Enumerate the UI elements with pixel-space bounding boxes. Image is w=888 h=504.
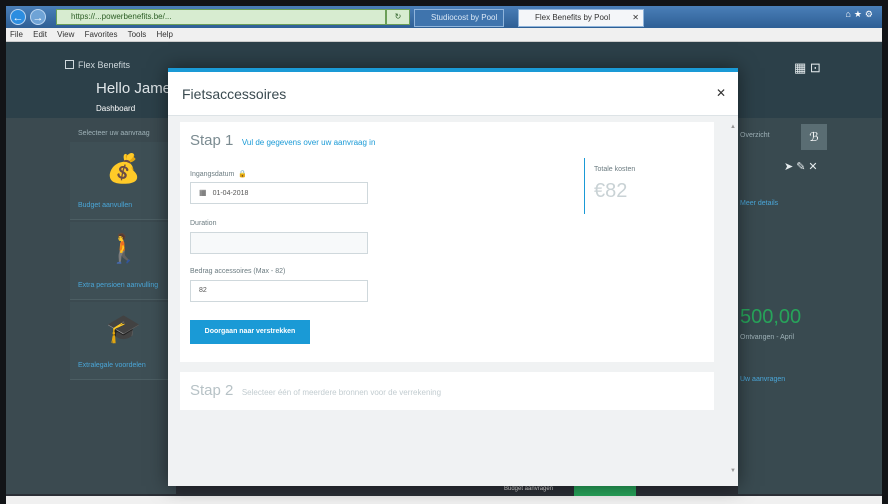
tab-label: Studiocost by Pool: [431, 13, 498, 22]
menu-help[interactable]: Help: [157, 30, 173, 39]
scroll-down-icon[interactable]: ▼: [730, 468, 736, 474]
walker-icon: 🚶: [106, 233, 141, 264]
actions-icon[interactable]: ➤✎✕: [784, 160, 821, 173]
card-label: Extra pensioen aanvulling: [78, 282, 159, 289]
close-icon[interactable]: ✕: [632, 10, 639, 26]
amount-label: Bedrag accessoires (Max - 82): [190, 268, 286, 275]
graduation-cap-icon: 🎓: [106, 313, 141, 344]
scroll-up-icon[interactable]: ▲: [730, 124, 736, 130]
menu-file[interactable]: File: [10, 30, 23, 39]
total-cost-label: Totale kosten: [594, 166, 636, 173]
card-budget[interactable]: 💰 Budget aanvullen: [70, 142, 168, 220]
app-brand: Flex Benefits: [78, 60, 131, 70]
continue-button[interactable]: Doorgaan naar verstrekken: [190, 320, 310, 344]
start-date-input[interactable]: ▦ 01-04-2018: [190, 182, 368, 204]
menu-view[interactable]: View: [57, 30, 74, 39]
card-pension[interactable]: 🚶 Extra pensioen aanvulling: [70, 222, 168, 300]
budget-note: Ontvangen - April: [740, 334, 795, 341]
tab-label: Flex Benefits by Pool: [535, 13, 611, 22]
total-cost-value: €82: [594, 180, 628, 202]
step2-heading: Stap 2 Selecteer één of meerdere bronnen…: [190, 382, 441, 400]
start-date-value: 01-04-2018: [212, 190, 249, 197]
step1-card: Stap 1 Vul de gegevens over uw aanvraag …: [180, 122, 714, 362]
card-label: Budget aanvullen: [78, 202, 133, 209]
total-divider: [584, 158, 585, 214]
menu-favorites[interactable]: Favorites: [85, 30, 118, 39]
browser-status-bar: [6, 496, 882, 504]
window-controls[interactable]: ⌂★⚙: [845, 9, 876, 20]
start-date-label-text: Ingangsdatum: [190, 171, 235, 178]
calendar-icon[interactable]: ▦: [199, 188, 207, 197]
forward-icon[interactable]: →: [30, 9, 46, 25]
back-icon[interactable]: ←: [10, 9, 26, 25]
details-link[interactable]: Meer details: [740, 200, 778, 207]
browser-tab-studiocost[interactable]: Studiocost by Pool: [414, 9, 504, 27]
browser-titlebar: ← → https://...powerbenefits.be/... ↻ St…: [6, 6, 882, 28]
grid-icon: [65, 60, 74, 69]
right-panel-title: Overzicht: [740, 132, 770, 139]
step2-card[interactable]: Stap 2 Selecteer één of meerdere bronnen…: [180, 372, 714, 410]
tab-dashboard[interactable]: Dashboard: [96, 104, 135, 113]
step1-heading: Stap 1 Vul de gegevens over uw aanvraag …: [190, 132, 375, 150]
start-date-label: Ingangsdatum 🔒: [190, 170, 247, 178]
step2-description: Selecteer één of meerdere bronnen voor d…: [241, 388, 442, 397]
menu-edit[interactable]: Edit: [33, 30, 47, 39]
money-bag-icon: 💰: [106, 153, 141, 184]
card-education[interactable]: 🎓 Extralegale voordelen: [70, 302, 168, 380]
modal-dialog: Fietsaccessoires ✕ Stap 1 Vul de gegeven…: [168, 68, 738, 486]
budget-amount: 500,00: [740, 306, 802, 328]
close-icon[interactable]: ✕: [716, 86, 726, 100]
address-bar[interactable]: https://...powerbenefits.be/...: [56, 9, 386, 25]
step1-number: Stap 1: [190, 132, 234, 149]
apps-icon[interactable]: ▦ ⊡: [794, 60, 821, 76]
menu-tools[interactable]: Tools: [128, 30, 147, 39]
bottom-label: Budget aanvragen: [504, 486, 554, 492]
lock-icon: 🔒: [238, 171, 248, 178]
step2-number: Stap 2: [190, 382, 234, 399]
duration-label: Duration: [190, 220, 217, 227]
logo-icon: ℬ: [801, 124, 827, 150]
modal-title: Fietsaccessoires: [182, 86, 287, 102]
left-panel-title: Selecteer uw aanvraag: [78, 130, 150, 137]
requests-link[interactable]: Uw aanvragen: [740, 376, 785, 383]
greeting: Hello James: [96, 80, 179, 97]
amount-input[interactable]: 82: [190, 280, 368, 302]
browser-menubar: File Edit View Favorites Tools Help: [6, 28, 882, 42]
card-label: Extralegale voordelen: [78, 362, 146, 369]
modal-header: Fietsaccessoires ✕: [168, 72, 738, 116]
duration-input[interactable]: [190, 232, 368, 254]
refresh-icon[interactable]: ↻: [386, 9, 410, 25]
step1-description: Vul de gegevens over uw aanvraag in: [241, 138, 376, 147]
browser-tab-flex-benefits[interactable]: Flex Benefits by Pool ✕: [518, 9, 644, 27]
